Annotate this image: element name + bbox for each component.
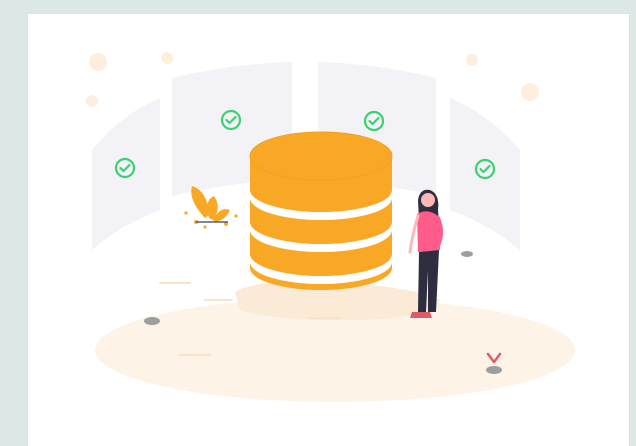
rock <box>144 317 160 325</box>
database-icon <box>249 131 393 290</box>
rock <box>461 251 473 257</box>
decor-dot <box>466 54 478 66</box>
decor-dot <box>89 53 107 71</box>
rock <box>486 366 502 374</box>
plant-icon <box>184 186 238 229</box>
decor-dot <box>521 83 539 101</box>
screen-background <box>0 0 636 446</box>
panel-right-outer <box>450 98 520 250</box>
decor-dot <box>86 95 98 107</box>
database-illustration <box>86 52 575 402</box>
panel-left-outer <box>92 98 160 250</box>
decor-dot <box>161 52 173 64</box>
